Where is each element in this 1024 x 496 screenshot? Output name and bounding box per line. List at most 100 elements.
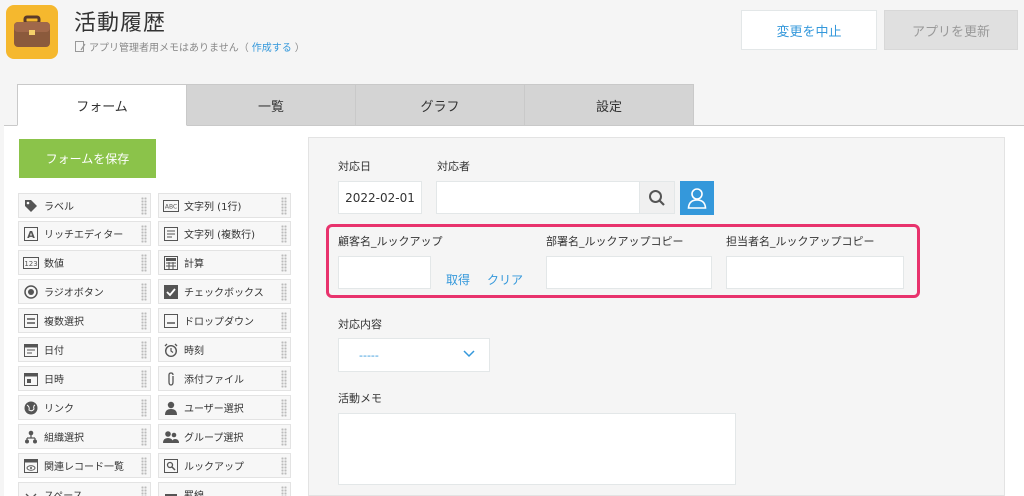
drag-handle[interactable] [281, 341, 287, 359]
palette-item-date[interactable]: 日付 [18, 337, 151, 362]
content-field-label: 対応内容 [338, 318, 382, 331]
save-form-button[interactable]: フォームを保存 [19, 139, 156, 178]
drag-handle[interactable] [141, 225, 147, 243]
date-icon [23, 342, 39, 358]
palette-item-related-records[interactable]: 関連レコード一覧 [18, 453, 151, 478]
palette-item-lookup[interactable]: ルックアップ [158, 453, 291, 478]
palette-item-dropdown[interactable]: ドロップダウン [158, 308, 291, 333]
palette-item-link[interactable]: リンク [18, 395, 151, 420]
svg-text:ABC: ABC [165, 203, 177, 210]
palette-item-border[interactable]: 罫線 [158, 482, 291, 496]
app-icon [6, 5, 58, 59]
cancel-changes-button[interactable]: 変更を中止 [741, 10, 877, 50]
content-dropdown[interactable]: ----- [338, 338, 490, 372]
palette-item-org-select[interactable]: 組織選択 [18, 424, 151, 449]
drag-handle[interactable] [281, 457, 287, 475]
palette-item-text: 日付 [44, 346, 64, 357]
palette-item-rich-editor[interactable]: A リッチエディター [18, 221, 151, 246]
calculator-icon [163, 255, 179, 271]
palette-item-text: グループ選択 [184, 433, 244, 444]
drag-handle[interactable] [141, 254, 147, 272]
palette-item-text: 複数選択 [44, 317, 84, 328]
multi-select-icon [23, 313, 39, 329]
svg-text:123: 123 [24, 260, 37, 268]
drag-handle[interactable] [281, 399, 287, 417]
palette-item-group-select[interactable]: グループ選択 [158, 424, 291, 449]
drag-handle[interactable] [281, 283, 287, 301]
palette-item-text: ルックアップ [184, 462, 244, 473]
palette-item-checkbox[interactable]: チェックボックス [158, 279, 291, 304]
dropdown-icon [163, 313, 179, 329]
drag-handle[interactable] [281, 486, 287, 496]
drag-handle[interactable] [281, 370, 287, 388]
rich-text-icon: A [23, 226, 39, 242]
tab-graph[interactable]: グラフ [355, 84, 525, 126]
palette-item-multi-select[interactable]: 複数選択 [18, 308, 151, 333]
palette-item-text: 文字列 (複数行) [184, 230, 255, 241]
palette-item-text: 日時 [44, 375, 64, 386]
drag-handle[interactable] [281, 312, 287, 330]
drag-handle[interactable] [141, 312, 147, 330]
checkbox-icon [163, 284, 179, 300]
assignee-input[interactable] [436, 181, 640, 214]
search-icon [649, 189, 665, 206]
palette-item-radio[interactable]: ラジオボタン [18, 279, 151, 304]
drag-handle[interactable] [281, 225, 287, 243]
palette-item-datetime[interactable]: 日時 [18, 366, 151, 391]
drag-handle[interactable] [281, 428, 287, 446]
palette-item-single-line-text[interactable]: ABC 文字列 (1行) [158, 193, 291, 218]
drag-handle[interactable] [141, 283, 147, 301]
number-icon: 123 [23, 255, 39, 271]
drag-handle[interactable] [141, 399, 147, 417]
drag-handle[interactable] [141, 341, 147, 359]
drag-handle[interactable] [141, 457, 147, 475]
palette-item-text: チェックボックス [184, 288, 264, 299]
clock-icon [163, 342, 179, 358]
palette-item-text: 関連レコード一覧 [44, 462, 124, 473]
assignee-field-label: 対応者 [437, 160, 470, 173]
tab-settings[interactable]: 設定 [524, 84, 694, 126]
drag-handle[interactable] [141, 486, 147, 496]
palette-item-multi-line-text[interactable]: 文字列 (複数行) [158, 221, 291, 246]
palette-item-label[interactable]: ラベル [18, 193, 151, 218]
palette-item-attachment[interactable]: 添付ファイル [158, 366, 291, 391]
tab-form[interactable]: フォーム [17, 84, 187, 126]
update-app-button[interactable]: アプリを更新 [884, 10, 1018, 50]
palette-item-text: スペース [44, 487, 83, 496]
tag-icon [23, 198, 39, 214]
highlight-frame [326, 224, 920, 298]
app-title: 活動履歴 [74, 11, 167, 36]
drag-handle[interactable] [141, 370, 147, 388]
multiline-text-icon [163, 226, 179, 242]
drag-handle[interactable] [281, 254, 287, 272]
memo-close-paren: ） [294, 43, 305, 54]
paperclip-icon [163, 371, 179, 387]
memo-field-label: 活動メモ [338, 392, 382, 405]
palette-item-space[interactable]: スペース [18, 482, 151, 496]
palette-item-time[interactable]: 時刻 [158, 337, 291, 362]
memo-create-link[interactable]: 作成する [252, 39, 292, 54]
drag-handle[interactable] [281, 197, 287, 215]
space-icon [23, 487, 39, 496]
palette-item-text: 罫線 [184, 487, 204, 496]
group-icon [163, 429, 179, 445]
datetime-icon [23, 371, 39, 387]
assignee-search-button[interactable] [639, 181, 675, 214]
palette-item-text: ドロップダウン [184, 317, 254, 328]
tab-list[interactable]: 一覧 [186, 84, 356, 126]
palette-item-text: ユーザー選択 [184, 404, 244, 415]
drag-handle[interactable] [141, 428, 147, 446]
assignee-user-picker-button[interactable] [680, 181, 714, 215]
date-input[interactable]: 2022-02-01 [338, 181, 422, 214]
drag-handle[interactable] [141, 197, 147, 215]
radio-icon [23, 284, 39, 300]
palette-item-user-select[interactable]: ユーザー選択 [158, 395, 291, 420]
palette-item-text: 数値 [44, 259, 64, 270]
palette-item-text: 計算 [184, 259, 204, 270]
palette-item-calc[interactable]: 計算 [158, 250, 291, 275]
memo-edit-icon [75, 40, 86, 52]
palette-item-text: 添付ファイル [184, 375, 244, 386]
memo-textarea[interactable] [338, 413, 736, 485]
palette-item-number[interactable]: 123 数値 [18, 250, 151, 275]
line-icon [163, 487, 179, 496]
